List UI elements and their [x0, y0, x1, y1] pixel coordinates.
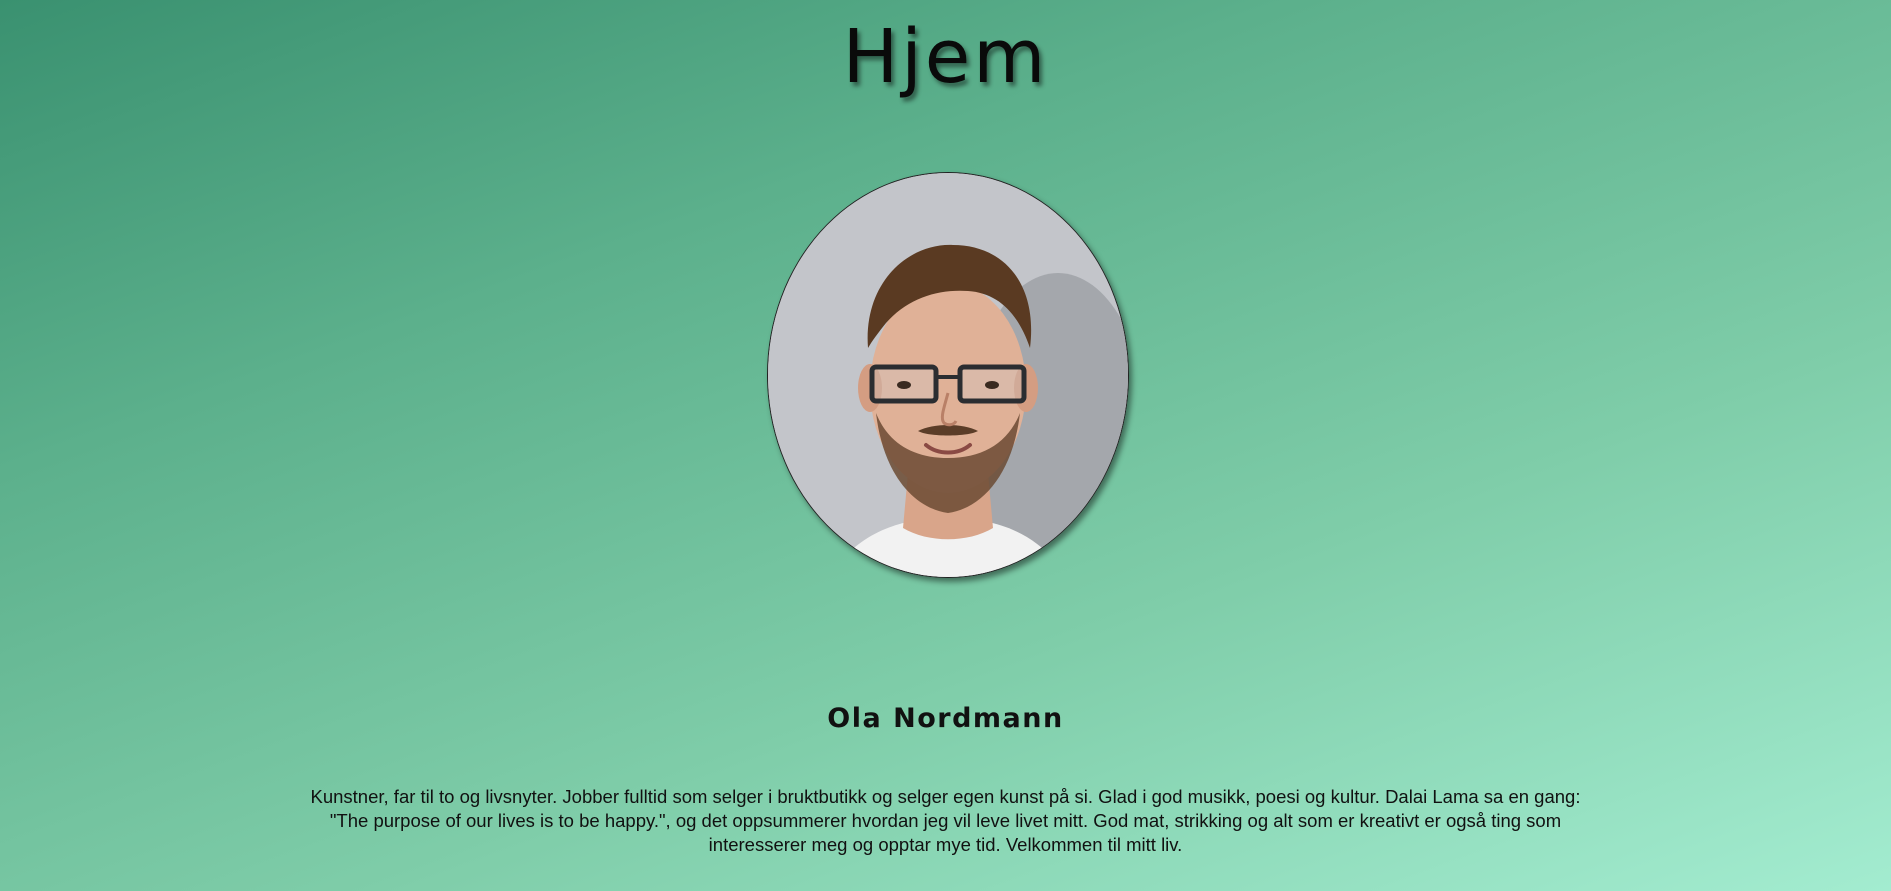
profile-name: Ola Nordmann [827, 703, 1064, 734]
page-title: Hjem [842, 14, 1049, 100]
profile-photo [767, 172, 1129, 578]
profile-bio: Kunstner, far til to og livsnyter. Jobbe… [310, 786, 1581, 855]
